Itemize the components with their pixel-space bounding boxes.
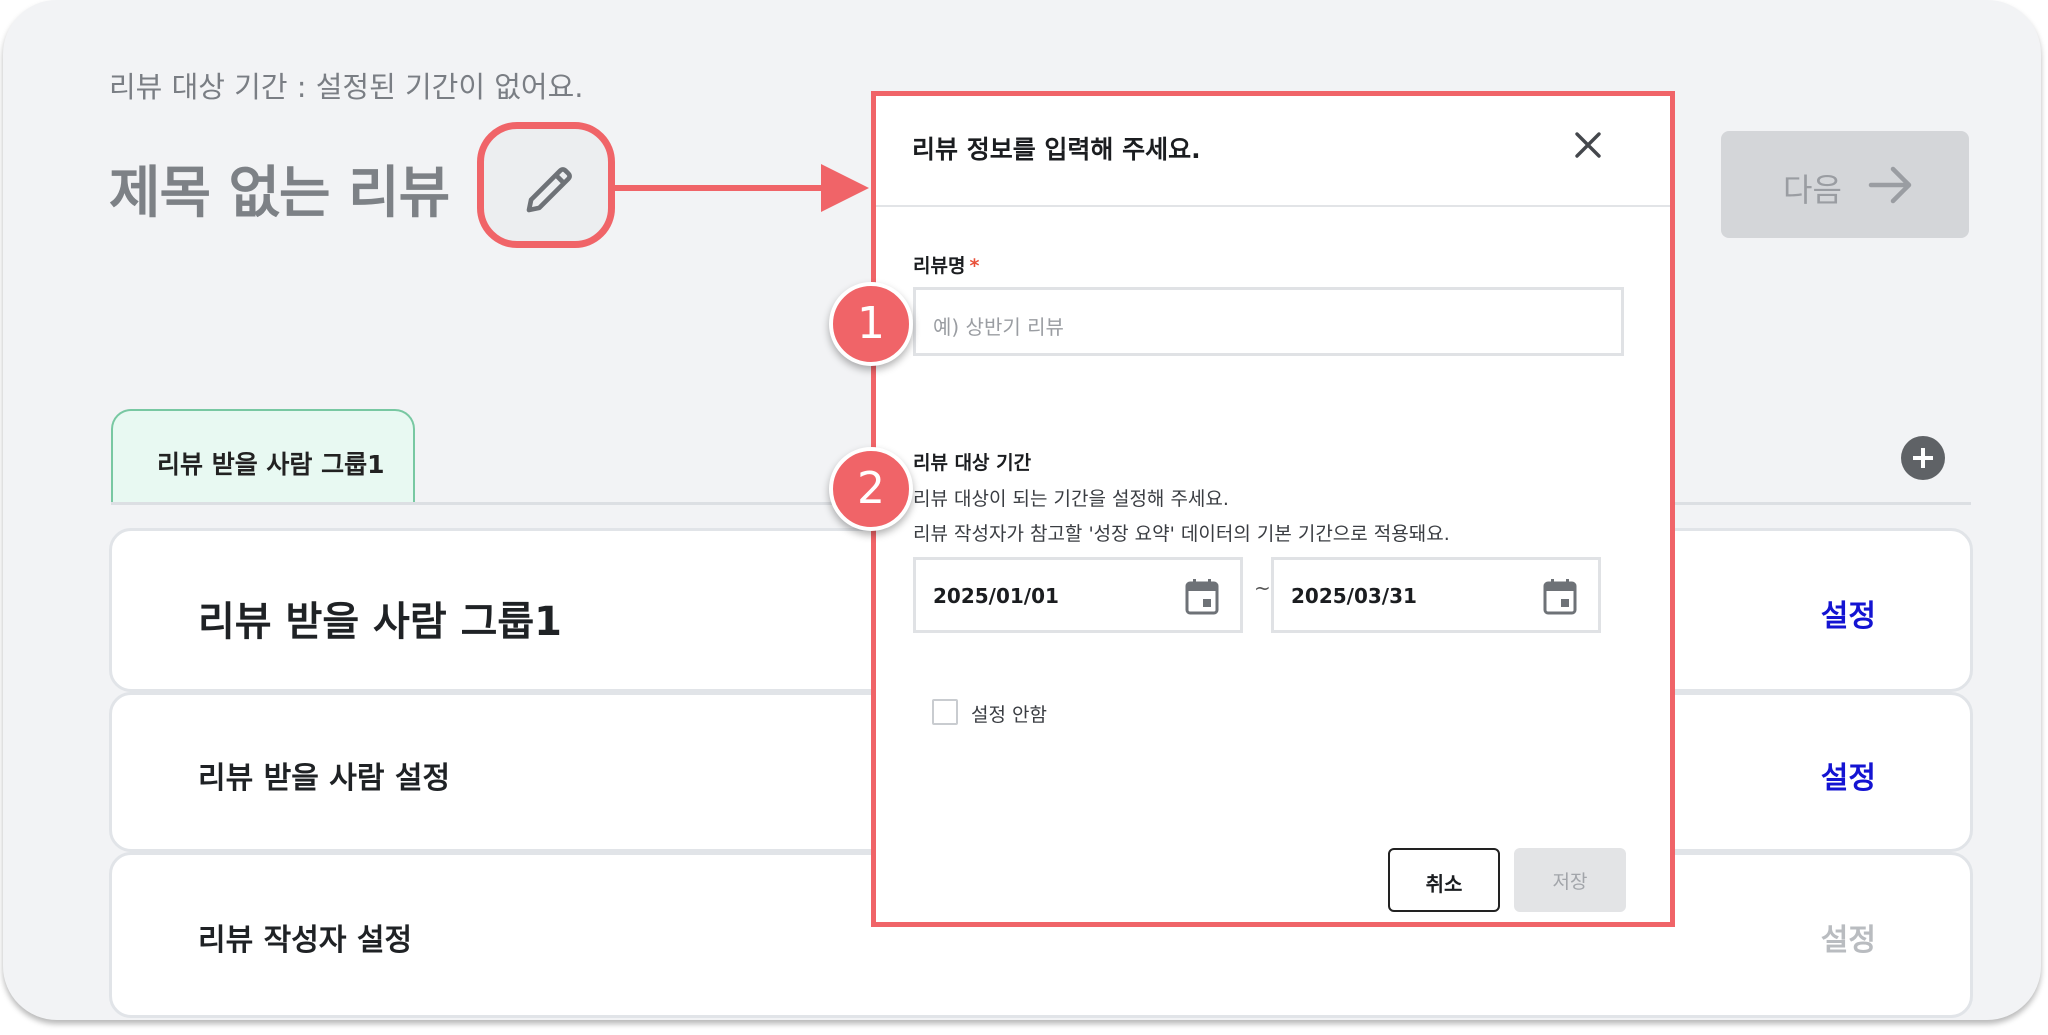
card-title: 리뷰 받을 사람 설정 <box>198 761 451 796</box>
card-setting-link[interactable]: 설정 <box>1821 753 1876 797</box>
add-group-button[interactable] <box>1901 436 1945 480</box>
period-description-1: 리뷰 대상이 되는 기간을 설정해 주세요. <box>913 488 1229 510</box>
start-date-value: 2025/01/01 <box>933 584 1059 608</box>
close-icon[interactable] <box>1569 126 1607 164</box>
save-button[interactable]: 저장 <box>1514 848 1626 912</box>
next-button-label: 다음 <box>1783 171 1842 209</box>
annotation-badge-1: 1 <box>829 282 913 366</box>
page-title: 제목 없는 리뷰 <box>109 161 450 226</box>
calendar-icon[interactable] <box>1542 578 1578 616</box>
dialog-header: 리뷰 정보를 입력해 주세요. <box>876 96 1670 207</box>
annotation-badge-2: 2 <box>829 447 913 531</box>
cancel-button-label: 취소 <box>1425 872 1463 896</box>
no-period-checkbox[interactable] <box>932 699 958 725</box>
review-period-status: 리뷰 대상 기간 : 설정된 기간이 없어요. <box>109 70 584 104</box>
review-name-input[interactable]: 예) 상반기 리뷰 <box>913 287 1624 356</box>
no-period-label: 설정 안함 <box>971 704 1047 726</box>
edit-title-button[interactable] <box>477 122 615 248</box>
app-window: 리뷰 대상 기간 : 설정된 기간이 없어요. 제목 없는 리뷰 다음 리뷰 받… <box>3 0 2041 1020</box>
card-title: 리뷰 작성자 설정 <box>198 923 413 958</box>
cancel-button[interactable]: 취소 <box>1388 848 1500 912</box>
review-period-label: 리뷰 대상 기간 <box>913 452 1032 474</box>
start-date-input[interactable]: 2025/01/01 <box>913 557 1243 633</box>
review-name-label: 리뷰명 * <box>913 255 980 277</box>
end-date-value: 2025/03/31 <box>1291 584 1417 608</box>
card-setting-link[interactable]: 설정 <box>1821 591 1876 635</box>
date-range-separator: ~ <box>1254 576 1271 600</box>
tab-label: 리뷰 받을 사람 그룹1 <box>157 450 385 479</box>
end-date-input[interactable]: 2025/03/31 <box>1271 557 1601 633</box>
calendar-icon[interactable] <box>1184 578 1220 616</box>
save-button-label: 저장 <box>1552 871 1588 893</box>
review-info-dialog: 리뷰 정보를 입력해 주세요. 리뷰명 * 예) 상반기 리뷰 리뷰 대상 기간 … <box>829 91 1675 927</box>
arrow-right-icon <box>1868 166 1912 204</box>
dialog-title: 리뷰 정보를 입력해 주세요. <box>912 135 1201 164</box>
card-title: 리뷰 받을 사람 그룹1 <box>198 599 563 645</box>
card-setting-link-disabled[interactable]: 설정 <box>1821 915 1876 959</box>
period-description-2: 리뷰 작성자가 참고할 '성장 요약' 데이터의 기본 기간으로 적용돼요. <box>913 523 1450 545</box>
pencil-icon <box>526 167 572 213</box>
tab-group-1[interactable]: 리뷰 받을 사람 그룹1 <box>111 409 415 503</box>
review-name-placeholder: 예) 상반기 리뷰 <box>933 315 1064 339</box>
required-mark: * <box>969 255 980 277</box>
next-button[interactable]: 다음 <box>1721 131 1969 238</box>
annotation-arrow <box>615 164 869 212</box>
